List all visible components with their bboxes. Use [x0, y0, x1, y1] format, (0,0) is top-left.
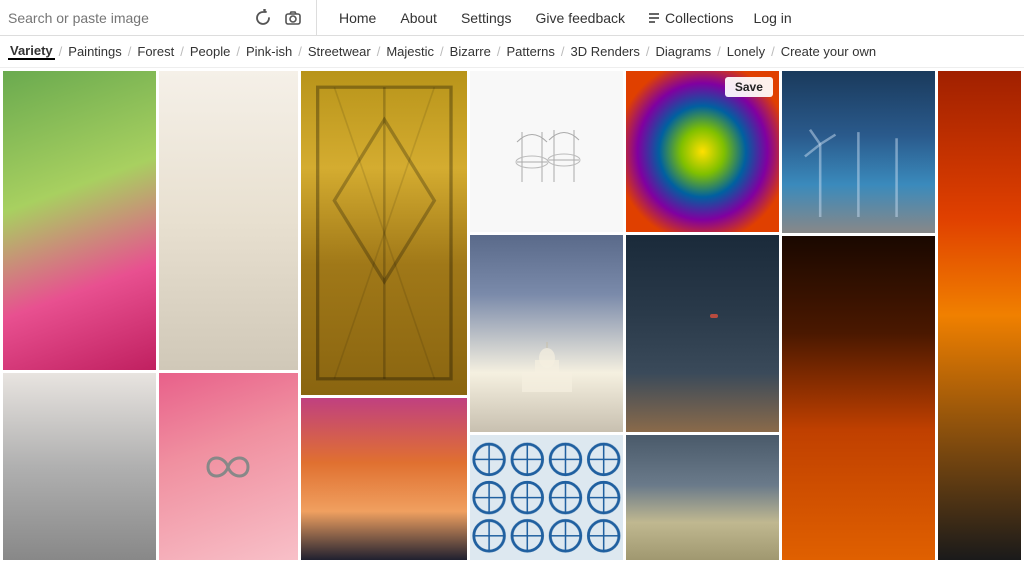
- collections-label: Collections: [665, 10, 733, 26]
- reload-icon[interactable]: [248, 9, 278, 27]
- category-lonely[interactable]: Lonely: [725, 44, 767, 59]
- tile-infinity[interactable]: [159, 373, 298, 560]
- tile-lava[interactable]: [938, 71, 1021, 560]
- tile-cave[interactable]: [782, 236, 935, 560]
- tile-pattern[interactable]: [470, 435, 623, 560]
- search-area: [8, 0, 317, 35]
- header: Home About Settings Give feedback Collec…: [0, 0, 1024, 36]
- category-separator: /: [713, 44, 725, 59]
- category-3d-renders[interactable]: 3D Renders: [569, 44, 642, 59]
- tile-chairs[interactable]: [470, 71, 623, 232]
- tile-pink-flower[interactable]: [3, 71, 156, 370]
- collections-button[interactable]: Collections: [639, 10, 741, 26]
- category-majestic[interactable]: Majestic: [384, 44, 436, 59]
- category-separator: /: [493, 44, 505, 59]
- category-separator: /: [642, 44, 654, 59]
- grid-col-7: [938, 71, 1021, 560]
- nav-give-feedback[interactable]: Give feedback: [526, 10, 636, 26]
- main-grid: Save: [0, 68, 1024, 563]
- category-streetwear[interactable]: Streetwear: [306, 44, 373, 59]
- tile-windmills[interactable]: [782, 71, 935, 233]
- category-bar: Variety/Paintings/Forest/People/Pink-ish…: [0, 36, 1024, 68]
- tile-capitol[interactable]: [470, 235, 623, 432]
- camera-icon[interactable]: [278, 9, 308, 27]
- tile-swirl[interactable]: Save: [626, 71, 779, 232]
- nav-settings[interactable]: Settings: [451, 10, 522, 26]
- category-separator: /: [373, 44, 385, 59]
- tile-drone[interactable]: [626, 235, 779, 432]
- category-paintings[interactable]: Paintings: [66, 44, 123, 59]
- category-separator: /: [55, 44, 67, 59]
- grid-col-5: Save: [626, 71, 779, 560]
- category-pink-ish[interactable]: Pink-ish: [244, 44, 294, 59]
- grid-col-2: [159, 71, 298, 560]
- tile-acropolis[interactable]: [626, 435, 779, 560]
- category-separator: /: [176, 44, 188, 59]
- category-separator: /: [557, 44, 569, 59]
- category-people[interactable]: People: [188, 44, 232, 59]
- category-separator: /: [767, 44, 779, 59]
- category-diagrams[interactable]: Diagrams: [654, 44, 714, 59]
- nav-about[interactable]: About: [390, 10, 447, 26]
- save-button[interactable]: Save: [725, 77, 773, 97]
- search-input[interactable]: [8, 10, 248, 26]
- grid-col-3: [301, 71, 468, 560]
- tile-city-sunset[interactable]: [301, 398, 468, 560]
- tile-lamp[interactable]: [159, 71, 298, 370]
- category-forest[interactable]: Forest: [135, 44, 176, 59]
- nav-home[interactable]: Home: [329, 10, 386, 26]
- category-variety[interactable]: Variety: [8, 43, 55, 60]
- category-separator: /: [124, 44, 136, 59]
- nav-links: Home About Settings Give feedback Collec…: [329, 10, 800, 26]
- tile-skyscraper[interactable]: [3, 373, 156, 560]
- grid-col-4: [470, 71, 623, 560]
- category-separator: /: [436, 44, 448, 59]
- category-bizarre[interactable]: Bizarre: [448, 44, 493, 59]
- category-separator: /: [232, 44, 244, 59]
- grid-col-6: [782, 71, 935, 560]
- tile-door[interactable]: [301, 71, 468, 395]
- category-create-your-own[interactable]: Create your own: [779, 44, 878, 59]
- category-patterns[interactable]: Patterns: [504, 44, 556, 59]
- login-button[interactable]: Log in: [746, 10, 800, 26]
- grid-col-1: [3, 71, 156, 560]
- category-separator: /: [294, 44, 306, 59]
